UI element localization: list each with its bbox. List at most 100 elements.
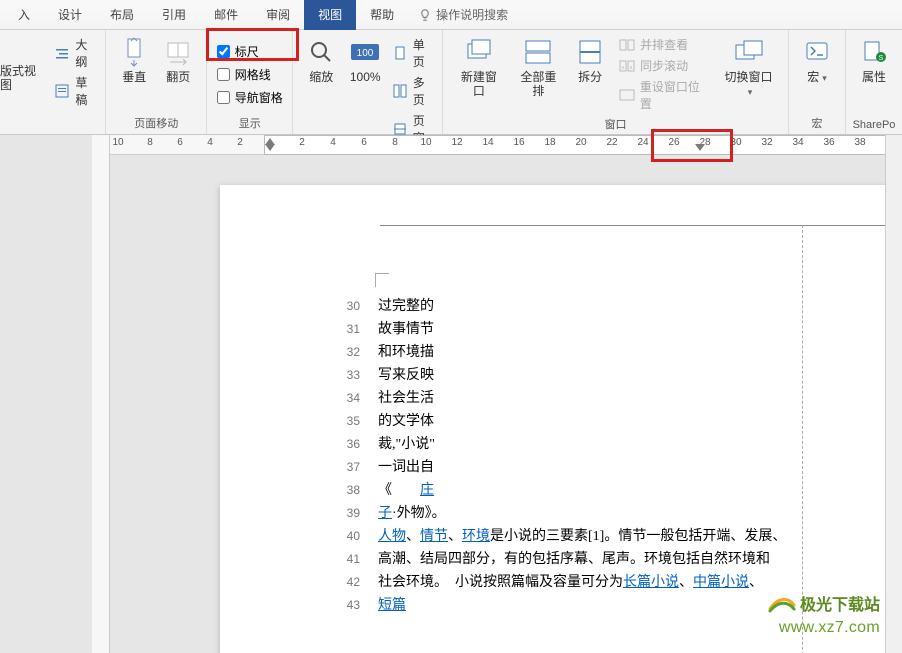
line-number: 30 bbox=[340, 295, 360, 318]
ruler-tick: 32 bbox=[761, 137, 772, 148]
header-line bbox=[380, 225, 902, 226]
vertical-scrollbar[interactable] bbox=[885, 135, 902, 653]
ruler-tick: 8 bbox=[147, 137, 153, 148]
hanging-indent-marker[interactable] bbox=[265, 144, 275, 151]
zoom-100-button[interactable]: 100 100% bbox=[345, 34, 385, 86]
text-line[interactable]: 过完整的 bbox=[378, 295, 808, 318]
gridlines-check-input[interactable] bbox=[217, 68, 230, 81]
ruler-checkbox[interactable]: 标尺 bbox=[217, 43, 259, 60]
one-page-button[interactable]: 单页 bbox=[391, 36, 436, 70]
line-number: 31 bbox=[340, 318, 360, 341]
vertical-button[interactable]: 垂直 bbox=[114, 34, 154, 86]
split-button[interactable]: 拆分 bbox=[570, 34, 610, 86]
workspace: 10 8 6 4 2 2 4 6 8 10 12 14 16 18 20 22 … bbox=[0, 135, 902, 653]
flip-button[interactable]: 翻页 bbox=[158, 34, 198, 86]
switch-window-icon bbox=[733, 36, 765, 68]
tab-help[interactable]: 帮助 bbox=[356, 0, 408, 30]
line-number: 43 bbox=[340, 594, 360, 617]
macros-button[interactable]: 宏▾ bbox=[797, 34, 837, 87]
text-line[interactable]: 子·外物》。 bbox=[378, 502, 808, 525]
draft-label: 草稿 bbox=[75, 74, 99, 108]
ruler-tick: 22 bbox=[606, 137, 617, 148]
hyperlink[interactable]: 长篇小说 bbox=[623, 575, 679, 590]
document-text[interactable]: 过完整的 故事情节 和环境描 写来反映 社会生活 的文学体 裁,"小说" 一词出… bbox=[378, 295, 808, 617]
split-label: 拆分 bbox=[578, 70, 602, 84]
page-background: 30 31 32 33 34 35 36 37 38 39 40 41 42 4… bbox=[110, 155, 902, 653]
window-group-label: 窗口 bbox=[449, 114, 782, 135]
hyperlink[interactable]: 庄 bbox=[420, 483, 434, 498]
text-line[interactable]: 社会环境。 小说按照篇幅及容量可分为长篇小说、中篇小说、 bbox=[378, 571, 808, 594]
outline-label: 大纲 bbox=[75, 36, 99, 70]
new-window-button[interactable]: 新建窗口 bbox=[451, 34, 506, 100]
tab-insert-cut[interactable]: 入 bbox=[4, 0, 44, 30]
vertical-ruler[interactable] bbox=[92, 135, 110, 653]
text-line[interactable]: 的文学体 bbox=[378, 410, 808, 433]
tell-me-label: 操作说明搜索 bbox=[436, 6, 508, 23]
watermark-url: www.xz7.com bbox=[779, 619, 880, 637]
reset-position-button[interactable]: 重设窗口位置 bbox=[618, 78, 711, 112]
ribbon-tabs: 入 设计 布局 引用 邮件 审阅 视图 帮助 操作说明搜索 bbox=[0, 0, 902, 30]
draft-button[interactable]: 草稿 bbox=[54, 74, 100, 108]
arrange-all-label: 全部重排 bbox=[515, 70, 562, 98]
gridlines-checkbox[interactable]: 网格线 bbox=[217, 66, 271, 83]
tab-design[interactable]: 设计 bbox=[44, 0, 96, 30]
flip-icon bbox=[162, 36, 194, 68]
reading-view-button[interactable]: 版式视图 bbox=[0, 64, 48, 92]
zoom-button[interactable]: 缩放 bbox=[301, 34, 341, 86]
lightbulb-icon bbox=[418, 8, 432, 22]
right-indent-marker[interactable] bbox=[695, 144, 705, 151]
arrange-icon bbox=[522, 36, 554, 68]
hyperlink[interactable]: 人物 bbox=[378, 529, 406, 544]
text-line[interactable]: 《 庄 bbox=[378, 479, 808, 502]
watermark-brand: 极光下载站 bbox=[768, 591, 880, 615]
navpane-checkbox[interactable]: 导航窗格 bbox=[217, 89, 283, 106]
sync-scroll-label: 同步滚动 bbox=[640, 57, 688, 74]
sync-scroll-button[interactable]: 同步滚动 bbox=[618, 57, 711, 74]
ruler-tick: 6 bbox=[177, 137, 183, 148]
text-line[interactable]: 高潮、结局四部分，有的包括序幕、尾声。环境包括自然环境和 bbox=[378, 548, 808, 571]
svg-text:S: S bbox=[879, 55, 884, 62]
line-number: 32 bbox=[340, 341, 360, 364]
tab-layout[interactable]: 布局 bbox=[96, 0, 148, 30]
tab-mailings[interactable]: 邮件 bbox=[200, 0, 252, 30]
multi-page-button[interactable]: 多页 bbox=[391, 74, 436, 108]
text-line[interactable]: 写来反映 bbox=[378, 364, 808, 387]
text-line[interactable]: 人物、情节、环境是小说的三要素[1]。情节一般包括开端、发展、 bbox=[378, 525, 808, 548]
hyperlink[interactable]: 子 bbox=[378, 506, 392, 521]
side-by-side-button[interactable]: 并排查看 bbox=[618, 36, 711, 53]
text-line[interactable]: 一词出自 bbox=[378, 456, 808, 479]
side-by-side-label: 并排查看 bbox=[640, 36, 688, 53]
outline-button[interactable]: 大纲 bbox=[54, 36, 100, 70]
ruler-tick: 8 bbox=[392, 137, 398, 148]
tab-references[interactable]: 引用 bbox=[148, 0, 200, 30]
text-line[interactable]: 和环境描 bbox=[378, 341, 808, 364]
navpane-check-input[interactable] bbox=[217, 91, 230, 104]
ruler-check-input[interactable] bbox=[217, 45, 230, 58]
text-line[interactable]: 短篇 bbox=[378, 594, 808, 617]
text-line[interactable]: 社会生活 bbox=[378, 387, 808, 410]
hyperlink[interactable]: 中篇小说 bbox=[693, 575, 749, 590]
document-area: 10 8 6 4 2 2 4 6 8 10 12 14 16 18 20 22 … bbox=[110, 135, 902, 653]
switch-windows-button[interactable]: 切换窗口▾ bbox=[717, 34, 780, 101]
ruler-tick: 34 bbox=[792, 137, 803, 148]
arrange-all-button[interactable]: 全部重排 bbox=[511, 34, 566, 100]
text-line[interactable]: 裁,"小说" bbox=[378, 433, 808, 456]
properties-button[interactable]: S 属性 bbox=[854, 34, 894, 86]
document-page[interactable]: 30 31 32 33 34 35 36 37 38 39 40 41 42 4… bbox=[220, 185, 902, 653]
ruler-tick: 14 bbox=[482, 137, 493, 148]
hyperlink[interactable]: 短篇 bbox=[378, 598, 406, 613]
margin-corner-tl bbox=[375, 273, 389, 287]
ruler-tick: 24 bbox=[637, 137, 648, 148]
horizontal-ruler[interactable]: 10 8 6 4 2 2 4 6 8 10 12 14 16 18 20 22 … bbox=[110, 135, 902, 155]
tab-view[interactable]: 视图 bbox=[304, 0, 356, 30]
hyperlink[interactable]: 情节 bbox=[420, 529, 448, 544]
outline-icon bbox=[54, 45, 72, 61]
flip-label: 翻页 bbox=[166, 70, 190, 84]
one-page-label: 单页 bbox=[413, 36, 436, 70]
tab-review[interactable]: 审阅 bbox=[252, 0, 304, 30]
hyperlink[interactable]: 环境 bbox=[462, 529, 490, 544]
tell-me-search[interactable]: 操作说明搜索 bbox=[418, 6, 508, 23]
properties-icon: S bbox=[858, 36, 890, 68]
navpane-label: 导航窗格 bbox=[235, 89, 283, 106]
text-line[interactable]: 故事情节 bbox=[378, 318, 808, 341]
